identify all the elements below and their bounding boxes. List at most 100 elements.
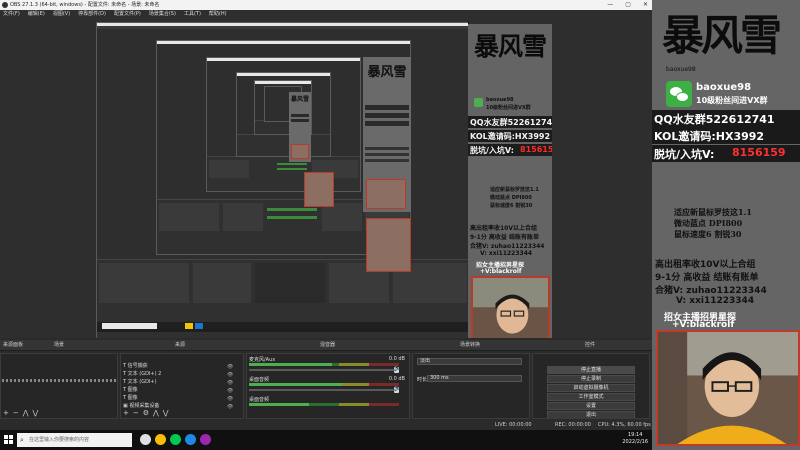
- volume-meter: [249, 363, 399, 366]
- nested-webcam-1: [304, 172, 334, 207]
- overlay-promo-3: 合猪V: zuhao11223344: [655, 286, 767, 296]
- menu-profile[interactable]: 配置文件(P): [114, 10, 141, 19]
- scene-down-button[interactable]: ⋁: [33, 409, 39, 417]
- scene-up-button[interactable]: ⋀: [23, 409, 29, 417]
- mixer-channel-label: 桌面音频: [249, 397, 270, 403]
- menu-help[interactable]: 帮助(H): [209, 10, 227, 19]
- virtual-camera-button[interactable]: 启动虚拟摄像机: [547, 384, 635, 392]
- source-item[interactable]: T 图像: [123, 387, 138, 394]
- add-source-button[interactable]: +: [123, 409, 129, 417]
- tab-transitions[interactable]: 场景转换: [460, 340, 480, 351]
- screen: OBS 27.1.3 (64-bit, windows) - 配置文件: 未命名…: [0, 0, 800, 450]
- captured-promo-1: 高出租率收10V以上合组: [470, 225, 537, 232]
- close-button[interactable]: ✕: [643, 0, 648, 10]
- edge-icon[interactable]: [185, 434, 196, 445]
- scene-list-placeholder: [2, 379, 116, 382]
- windows-start-icon[interactable]: [4, 435, 14, 445]
- wechat-icon: [666, 81, 692, 107]
- overlay-webcam: [656, 330, 800, 446]
- captured-tip-3: 鼠标速度6 割锐30: [490, 203, 533, 209]
- captured-kol-bar: KOL邀请码:HX3992: [468, 130, 552, 142]
- eye-icon[interactable]: 👁: [227, 379, 239, 387]
- speaker-icon[interactable]: 🔈: [394, 365, 401, 372]
- clock-date: 2022/2/16: [622, 439, 648, 445]
- overlay-recruit-v: +V:blackrolf: [672, 320, 735, 330]
- source-settings-icon[interactable]: ⚙: [143, 409, 149, 417]
- scenes-toolbar: + − ⋀ ⋁: [3, 409, 38, 417]
- menu-docks[interactable]: 停靠部件(D): [78, 10, 106, 19]
- preview-panel[interactable]: 暴风雪 暴风雪 暴风雪 baoxue98 10级粉丝间进VX群 QQ水友群522…: [0, 19, 652, 338]
- exit-button[interactable]: 退出: [547, 411, 635, 418]
- source-item[interactable]: T 文本 (GDI+): [123, 379, 157, 386]
- title-bar: OBS 27.1.3 (64-bit, windows) - 配置文件: 未命名…: [0, 0, 652, 10]
- tab-sources[interactable]: 来源: [175, 340, 185, 351]
- taskbar-search-input[interactable]: 在这里输入你要搜索的内容: [17, 433, 132, 447]
- menu-bar: 文件(F) 编辑(E) 视图(V) 停靠部件(D) 配置文件(P) 场景集合(S…: [0, 10, 652, 19]
- volume-slider[interactable]: [249, 387, 399, 393]
- stream-overlay: 暴风雪 baoxue98 baoxue98 10级粉丝间进VX群 QQ水友群52…: [652, 0, 800, 450]
- captured-tip-1: 适应新鼠标罗技这1.1: [490, 187, 539, 193]
- volume-meter: [249, 403, 399, 406]
- eye-icon[interactable]: 👁: [227, 403, 239, 411]
- menu-scene-collection[interactable]: 场景集合(S): [149, 10, 176, 19]
- overlay-tip-2: 微动蓝点 DPI800: [674, 218, 743, 228]
- sources-toolbar: + − ⚙ ⋀ ⋁: [123, 409, 169, 417]
- menu-view[interactable]: 视图(V): [53, 10, 70, 19]
- maximize-button[interactable]: ▢: [625, 0, 631, 10]
- source-up-button[interactable]: ⋀: [153, 409, 159, 417]
- display-capture-region: 暴风雪 暴风雪: [96, 22, 469, 338]
- docks-area: 来源面板 场景 来源 混音器 场景转换 控件 + − ⋀ ⋁ T 信号捕获 T …: [0, 340, 652, 428]
- stop-recording-button[interactable]: 停止录制: [547, 375, 635, 383]
- add-scene-button[interactable]: +: [3, 409, 9, 417]
- captured-promo-4: V: xxi11223344: [480, 250, 533, 257]
- overlay-pit-box: 脱坑/入坑V: 8156159: [652, 145, 800, 162]
- overlay-promo-4: V: xxi11223344: [676, 296, 755, 306]
- captured-logo: 暴风雪: [473, 32, 547, 61]
- captured-promo-3: 合猪V: zuhao11223344: [470, 243, 545, 250]
- source-item[interactable]: T 图像: [123, 395, 138, 402]
- volume-meter: [249, 383, 399, 386]
- tab-source-panel[interactable]: 来源面板: [3, 340, 23, 351]
- stop-streaming-button[interactable]: 停止直播: [547, 366, 635, 374]
- transition-select[interactable]: 淡出: [417, 358, 522, 365]
- nested-banner-2: 暴风雪: [289, 92, 311, 162]
- chrome-icon[interactable]: [155, 434, 166, 445]
- studio-mode-button[interactable]: 工作室模式: [547, 393, 635, 401]
- taskbar-clock[interactable]: 19:14 2022/2/16: [622, 432, 648, 446]
- eye-icon[interactable]: 👁: [227, 371, 239, 379]
- mixer-channel: 麦克风/Aux 0.0 dB 🔈: [249, 356, 407, 374]
- volume-slider[interactable]: [249, 367, 399, 373]
- mixer-channel-db: 0.0 dB: [388, 356, 405, 362]
- menu-file[interactable]: 文件(F): [3, 10, 20, 19]
- menu-tools[interactable]: 工具(T): [184, 10, 201, 19]
- nested-webcam-2: [366, 218, 411, 272]
- eye-icon[interactable]: 👁: [227, 395, 239, 403]
- remove-scene-button[interactable]: −: [13, 409, 19, 417]
- dock-tabbar: 来源面板 场景 来源 混音器 场景转换 控件: [0, 340, 652, 351]
- eye-icon[interactable]: 👁: [227, 363, 239, 371]
- transitions-dock: 淡出 时长 300 ms: [412, 353, 530, 419]
- game-icon[interactable]: [200, 434, 211, 445]
- source-item[interactable]: T 文本 (GDI+) 2: [123, 371, 161, 378]
- menu-edit[interactable]: 编辑(E): [28, 10, 45, 19]
- overlay-subtitle: baoxue98: [666, 66, 696, 73]
- remove-source-button[interactable]: −: [133, 409, 139, 417]
- duration-input[interactable]: 300 ms: [427, 375, 522, 382]
- captured-id: baoxue98: [486, 97, 514, 103]
- captured-tip-2: 微动蓝点 DPI800: [490, 195, 532, 201]
- speaker-icon[interactable]: 🔈: [394, 385, 401, 392]
- tab-controls[interactable]: 控件: [585, 340, 595, 351]
- obs-app-icon[interactable]: [140, 434, 151, 445]
- wechat-icon: [474, 98, 483, 107]
- settings-button[interactable]: 设置: [547, 402, 635, 410]
- eye-icon[interactable]: 👁: [227, 387, 239, 395]
- minimize-button[interactable]: —: [607, 0, 613, 10]
- overlay-tip-3: 鼠标速度6 割锐30: [674, 229, 742, 239]
- source-item[interactable]: T 信号捕获: [123, 363, 148, 370]
- steam-icon[interactable]: [170, 434, 181, 445]
- tab-scenes[interactable]: 场景: [54, 340, 64, 351]
- source-down-button[interactable]: ⋁: [163, 409, 169, 417]
- overlay-kol-box: KOL邀请码:HX3992: [652, 127, 800, 144]
- nested-banner-1: 暴风雪: [363, 57, 411, 212]
- tab-mixer[interactable]: 混音器: [320, 340, 335, 351]
